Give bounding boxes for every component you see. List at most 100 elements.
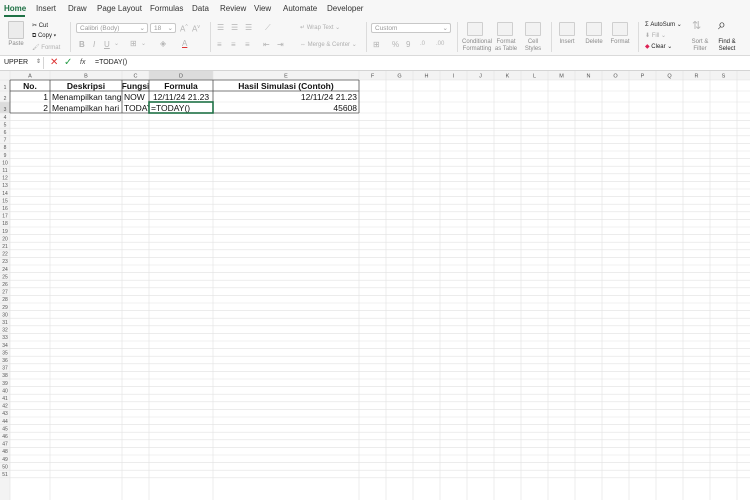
column-header-a[interactable]: A xyxy=(28,74,32,80)
row-header-49[interactable]: 49 xyxy=(2,457,8,463)
row-header-20[interactable]: 20 xyxy=(2,236,8,242)
row-header-37[interactable]: 37 xyxy=(2,366,8,372)
row-header-27[interactable]: 27 xyxy=(2,290,8,296)
row-header-11[interactable]: 11 xyxy=(2,168,7,174)
row-header-39[interactable]: 39 xyxy=(2,381,8,387)
bold-icon[interactable]: B xyxy=(79,40,85,49)
cut-button[interactable]: ✂ Cut xyxy=(32,22,48,29)
column-header-h[interactable]: H xyxy=(425,74,429,80)
cell-c2[interactable]: NOW xyxy=(124,92,145,102)
confirm-icon[interactable]: ✓ xyxy=(64,57,72,68)
tab-developer[interactable]: Developer xyxy=(327,4,363,13)
column-header-s[interactable]: S xyxy=(722,74,726,80)
chevron-down-icon[interactable]: ⌄ xyxy=(141,40,146,49)
cancel-icon[interactable]: ✕ xyxy=(50,57,58,68)
align-left-icon[interactable]: ≡ xyxy=(217,40,222,49)
font-color-icon[interactable]: A xyxy=(182,39,187,48)
row-header-1[interactable]: 1 xyxy=(4,85,7,91)
row-header-28[interactable]: 28 xyxy=(2,297,8,303)
column-header-p[interactable]: P xyxy=(641,74,645,80)
font-size-select[interactable]: 18 ⌄ xyxy=(150,23,176,33)
row-header-4[interactable]: 4 xyxy=(4,115,7,121)
row-header-47[interactable]: 47 xyxy=(2,442,8,448)
find-select-button[interactable]: Find & Select xyxy=(714,39,740,53)
format-painter-button[interactable]: 🖌 Format xyxy=(32,44,60,51)
row-header-30[interactable]: 30 xyxy=(2,312,8,318)
column-header-r[interactable]: R xyxy=(695,74,699,80)
column-header-n[interactable]: N xyxy=(587,74,591,80)
decrease-font-icon[interactable]: Av xyxy=(192,23,200,34)
merge-center-button[interactable]: ⇔ Merge & Center ⌄ xyxy=(300,41,357,48)
cell-a3[interactable]: 2 xyxy=(43,103,48,113)
row-header-9[interactable]: 9 xyxy=(4,153,7,159)
italic-icon[interactable]: I xyxy=(93,40,95,49)
row-header-19[interactable]: 19 xyxy=(2,229,8,235)
row-header-12[interactable]: 12 xyxy=(2,176,8,182)
paste-button[interactable]: Paste xyxy=(4,41,28,48)
row-header-21[interactable]: 21 xyxy=(2,244,8,250)
tab-data[interactable]: Data xyxy=(192,4,209,13)
comma-icon[interactable]: 9 xyxy=(406,40,410,49)
row-header-26[interactable]: 26 xyxy=(2,282,8,288)
column-header-k[interactable]: K xyxy=(506,74,510,80)
increase-decimal-icon[interactable]: .0 xyxy=(420,40,425,49)
copy-button[interactable]: ⧉ Copy ▾ xyxy=(32,33,56,40)
column-header-b[interactable]: B xyxy=(84,74,88,80)
row-header-33[interactable]: 33 xyxy=(2,335,8,341)
row-header-42[interactable]: 42 xyxy=(2,404,8,410)
tab-automate[interactable]: Automate xyxy=(283,4,317,13)
row-header-8[interactable]: 8 xyxy=(4,145,7,151)
row-header-18[interactable]: 18 xyxy=(2,221,8,227)
autosum-button[interactable]: Σ AutoSum ⌄ xyxy=(645,21,682,28)
cell-b3[interactable]: Menampilkan hari ini xyxy=(52,103,130,113)
formula-input[interactable]: =TODAY() xyxy=(95,59,127,66)
row-header-38[interactable]: 38 xyxy=(2,373,8,379)
row-header-3[interactable]: 3 xyxy=(4,107,7,113)
tab-insert[interactable]: Insert xyxy=(36,4,56,13)
name-box[interactable]: UPPER ⇕ xyxy=(2,57,44,69)
row-header-24[interactable]: 24 xyxy=(2,267,8,273)
percent-icon[interactable]: % xyxy=(392,40,399,49)
insert-cells-button[interactable]: Insert xyxy=(555,39,579,46)
cell-a2[interactable]: 1 xyxy=(43,92,48,102)
column-header-l[interactable]: L xyxy=(533,74,536,80)
orientation-icon[interactable]: ⟋ xyxy=(265,23,271,32)
column-header-q[interactable]: Q xyxy=(667,74,672,80)
align-center-icon[interactable]: ≡ xyxy=(231,40,236,49)
tab-review[interactable]: Review xyxy=(220,4,246,13)
row-header-15[interactable]: 15 xyxy=(2,198,8,204)
row-header-23[interactable]: 23 xyxy=(2,259,8,265)
tab-draw[interactable]: Draw xyxy=(68,4,87,13)
tab-page-layout[interactable]: Page Layout xyxy=(97,4,142,13)
row-header-16[interactable]: 16 xyxy=(2,206,8,212)
row-header-25[interactable]: 25 xyxy=(2,274,8,280)
sort-filter-button[interactable]: Sort & Filter xyxy=(688,39,712,53)
row-header-41[interactable]: 41 xyxy=(2,396,8,402)
clear-button[interactable]: ◆ Clear ⌄ xyxy=(645,43,672,50)
font-name-select[interactable]: Calibri (Body) ⌄ xyxy=(76,23,148,33)
wrap-text-button[interactable]: ↵ Wrap Text ⌄ xyxy=(300,24,340,31)
format-as-table-button[interactable]: Format as Table xyxy=(493,39,519,53)
cell-styles-button[interactable]: Cell Styles xyxy=(521,39,545,53)
cell-b2[interactable]: Menampilkan tanggal xyxy=(52,92,133,102)
column-header-d[interactable]: D xyxy=(179,74,183,80)
cell-c1[interactable]: Fungsi xyxy=(122,81,150,91)
row-header-13[interactable]: 13 xyxy=(2,183,8,189)
increase-indent-icon[interactable]: ⇥ xyxy=(277,40,284,49)
chevron-down-icon[interactable]: ⌄ xyxy=(114,40,119,49)
borders-icon[interactable]: ⊞ xyxy=(130,39,137,48)
cell-d2[interactable]: 12/11/24 21.23 xyxy=(153,92,209,102)
row-header-14[interactable]: 14 xyxy=(2,191,8,197)
row-header-44[interactable]: 44 xyxy=(2,419,8,425)
cell-e2[interactable]: 12/11/24 21.23 xyxy=(301,92,357,102)
underline-icon[interactable]: U xyxy=(104,40,110,49)
row-header-5[interactable]: 5 xyxy=(4,122,7,128)
row-header-40[interactable]: 40 xyxy=(2,388,8,394)
row-header-45[interactable]: 45 xyxy=(2,426,8,432)
align-middle-icon[interactable]: ☰ xyxy=(231,23,238,32)
cell-a1[interactable]: No. xyxy=(23,81,37,91)
accounting-icon[interactable]: ⊞ xyxy=(373,40,380,49)
cell-b1[interactable]: Deskripsi xyxy=(67,81,105,91)
decrease-indent-icon[interactable]: ⇤ xyxy=(263,40,270,49)
delete-cells-button[interactable]: Delete xyxy=(582,39,606,46)
